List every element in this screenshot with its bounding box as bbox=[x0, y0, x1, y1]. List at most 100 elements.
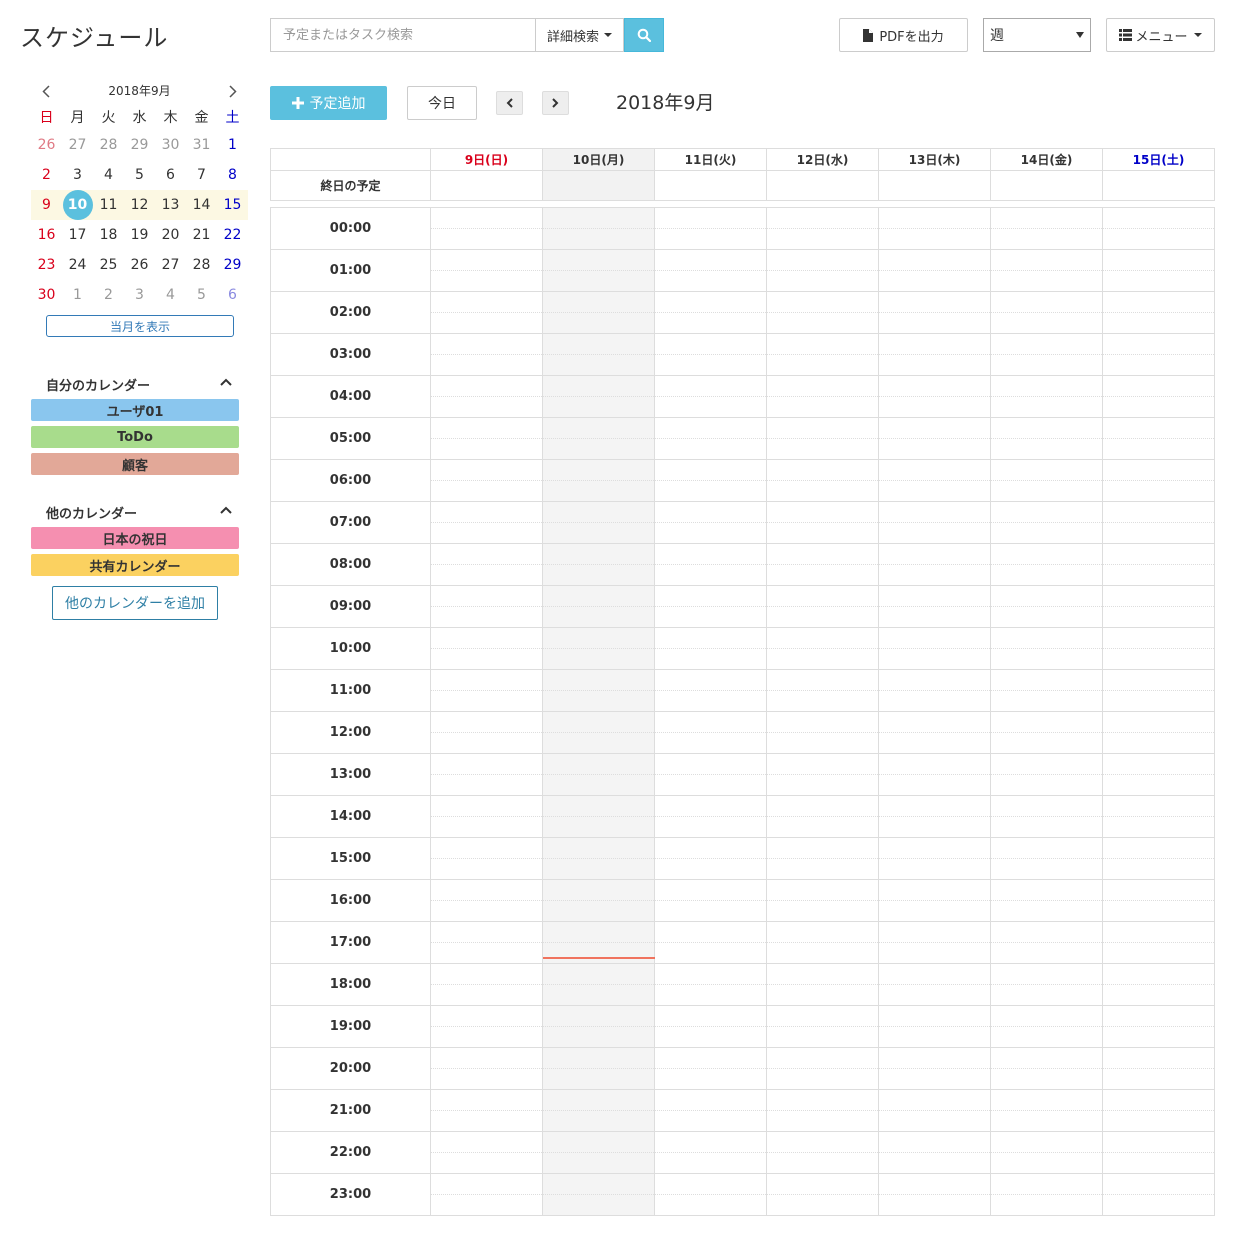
time-slot[interactable] bbox=[767, 460, 878, 502]
time-slot[interactable] bbox=[431, 376, 542, 418]
time-slot[interactable] bbox=[991, 418, 1102, 460]
calendar-chip-shared[interactable]: 共有カレンダー bbox=[31, 554, 239, 576]
mini-calendar-day[interactable]: 1 bbox=[217, 130, 248, 160]
calendar-chip-user01[interactable]: ユーザ01 bbox=[31, 399, 239, 421]
calendar-chip-customer[interactable]: 顧客 bbox=[31, 453, 239, 475]
allday-cell[interactable] bbox=[655, 171, 767, 201]
search-button[interactable] bbox=[624, 18, 664, 52]
allday-cell[interactable] bbox=[431, 171, 543, 201]
calendar-chip-japan-holidays[interactable]: 日本の祝日 bbox=[31, 527, 239, 549]
time-slot[interactable] bbox=[991, 1090, 1102, 1132]
time-slot[interactable] bbox=[1103, 1174, 1214, 1216]
time-slot[interactable] bbox=[991, 460, 1102, 502]
time-slot[interactable] bbox=[431, 250, 542, 292]
time-slot[interactable] bbox=[655, 1006, 766, 1048]
time-slot[interactable] bbox=[1103, 586, 1214, 628]
time-slot[interactable] bbox=[1103, 460, 1214, 502]
show-current-month-button[interactable]: 当月を表示 bbox=[46, 315, 234, 337]
time-slot[interactable] bbox=[991, 376, 1102, 418]
time-slot[interactable] bbox=[655, 208, 766, 250]
time-slot[interactable] bbox=[767, 922, 878, 964]
time-slot[interactable] bbox=[431, 880, 542, 922]
time-slot[interactable] bbox=[879, 1174, 990, 1216]
time-slot[interactable] bbox=[543, 964, 654, 1006]
mini-calendar-day[interactable]: 7 bbox=[186, 160, 217, 190]
mini-calendar-day[interactable]: 16 bbox=[31, 220, 62, 250]
time-slot[interactable] bbox=[1103, 250, 1214, 292]
mini-calendar-day[interactable]: 9 bbox=[31, 190, 62, 220]
time-slot[interactable] bbox=[655, 964, 766, 1006]
mini-calendar-day[interactable]: 6 bbox=[217, 280, 248, 310]
mini-calendar-day[interactable]: 3 bbox=[62, 160, 93, 190]
time-slot[interactable] bbox=[431, 1174, 542, 1216]
mini-calendar-day[interactable]: 14 bbox=[186, 190, 217, 220]
time-slot[interactable] bbox=[767, 334, 878, 376]
time-slot[interactable] bbox=[991, 334, 1102, 376]
time-slot[interactable] bbox=[767, 670, 878, 712]
mini-calendar-day[interactable]: 26 bbox=[31, 130, 62, 160]
allday-cell[interactable] bbox=[767, 171, 879, 201]
time-slot[interactable] bbox=[1103, 1132, 1214, 1174]
mini-calendar-day[interactable]: 26 bbox=[124, 250, 155, 280]
time-slot[interactable] bbox=[431, 838, 542, 880]
day-header[interactable]: 13日(木) bbox=[879, 149, 991, 171]
mini-calendar-day[interactable]: 18 bbox=[93, 220, 124, 250]
time-slot[interactable] bbox=[543, 544, 654, 586]
time-slot[interactable] bbox=[431, 1006, 542, 1048]
time-slot[interactable] bbox=[879, 208, 990, 250]
mini-calendar-day[interactable]: 21 bbox=[186, 220, 217, 250]
time-slot[interactable] bbox=[431, 502, 542, 544]
time-slot[interactable] bbox=[431, 796, 542, 838]
day-header[interactable]: 9日(日) bbox=[431, 149, 543, 171]
time-slot[interactable] bbox=[879, 460, 990, 502]
time-slot[interactable] bbox=[991, 292, 1102, 334]
time-slot[interactable] bbox=[543, 334, 654, 376]
mini-calendar-day[interactable]: 30 bbox=[155, 130, 186, 160]
mini-calendar-day[interactable]: 27 bbox=[155, 250, 186, 280]
time-slot[interactable] bbox=[767, 544, 878, 586]
time-slot[interactable] bbox=[543, 670, 654, 712]
time-slot[interactable] bbox=[1103, 712, 1214, 754]
mini-calendar-day[interactable]: 22 bbox=[217, 220, 248, 250]
time-slot[interactable] bbox=[991, 628, 1102, 670]
prev-week-button[interactable] bbox=[496, 91, 523, 115]
time-slot[interactable] bbox=[767, 838, 878, 880]
time-slot[interactable] bbox=[879, 754, 990, 796]
time-slot[interactable] bbox=[1103, 964, 1214, 1006]
time-slot[interactable] bbox=[767, 376, 878, 418]
time-slot[interactable] bbox=[543, 586, 654, 628]
time-slot[interactable] bbox=[655, 1048, 766, 1090]
time-slot[interactable] bbox=[1103, 1006, 1214, 1048]
time-slot[interactable] bbox=[767, 1132, 878, 1174]
time-slot[interactable] bbox=[767, 1048, 878, 1090]
time-slot[interactable] bbox=[655, 670, 766, 712]
time-slot[interactable] bbox=[543, 628, 654, 670]
allday-cell[interactable] bbox=[879, 171, 991, 201]
time-slot[interactable] bbox=[655, 334, 766, 376]
time-slot[interactable] bbox=[655, 796, 766, 838]
time-slot[interactable] bbox=[767, 628, 878, 670]
time-slot[interactable] bbox=[655, 292, 766, 334]
time-slot[interactable] bbox=[879, 250, 990, 292]
time-slot[interactable] bbox=[655, 1174, 766, 1216]
time-slot[interactable] bbox=[543, 460, 654, 502]
time-slot[interactable] bbox=[655, 880, 766, 922]
time-slot[interactable] bbox=[879, 292, 990, 334]
mini-calendar-day[interactable]: 4 bbox=[155, 280, 186, 310]
time-slot[interactable] bbox=[1103, 628, 1214, 670]
time-slot[interactable] bbox=[543, 1006, 654, 1048]
time-slot[interactable] bbox=[543, 250, 654, 292]
time-slot[interactable] bbox=[543, 376, 654, 418]
mini-calendar-day[interactable]: 5 bbox=[186, 280, 217, 310]
time-slot[interactable] bbox=[991, 250, 1102, 292]
day-header[interactable]: 12日(水) bbox=[767, 149, 879, 171]
mini-calendar-day[interactable]: 11 bbox=[93, 190, 124, 220]
day-header[interactable]: 14日(金) bbox=[991, 149, 1103, 171]
mini-calendar-day[interactable]: 20 bbox=[155, 220, 186, 250]
time-slot[interactable] bbox=[543, 796, 654, 838]
mini-calendar-day[interactable]: 3 bbox=[124, 280, 155, 310]
time-slot[interactable] bbox=[543, 1090, 654, 1132]
other-calendars-header[interactable]: 他のカレンダー bbox=[46, 503, 233, 522]
time-slot[interactable] bbox=[879, 628, 990, 670]
time-slot[interactable] bbox=[879, 544, 990, 586]
